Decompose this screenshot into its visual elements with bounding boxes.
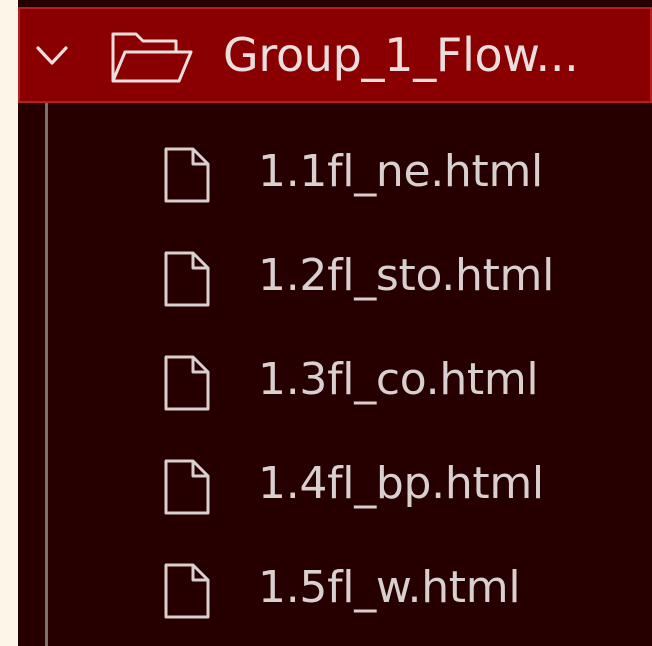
file-row[interactable]: 1.3fl_co.html [18,328,652,432]
file-label: 1.5fl_w.html [258,562,521,613]
file-icon [164,147,210,203]
explorer-tree-panel: Group_1_Flow... 1.1fl_ne.html 1.2fl_sto.… [18,0,652,646]
file-label: 1.4fl_bp.html [258,458,544,509]
file-icon [164,563,210,619]
file-row[interactable]: 1.1fl_ne.html [18,120,652,224]
file-label: 1.2fl_sto.html [258,250,555,301]
file-row[interactable]: 1.4fl_bp.html [18,432,652,536]
file-row[interactable]: 1.2fl_sto.html [18,224,652,328]
folder-open-icon [111,32,193,83]
folder-label: Group_1_Flow... [223,28,579,82]
file-icon [164,251,210,307]
panel-top-edge [18,0,652,7]
file-icon [164,459,210,515]
file-label: 1.3fl_co.html [258,354,539,405]
file-icon [164,355,210,411]
folder-row-group-1[interactable]: Group_1_Flow... [18,7,652,103]
file-row[interactable]: 1.5fl_w.html [18,536,652,640]
file-label: 1.1fl_ne.html [258,146,543,197]
chevron-down-icon[interactable] [32,36,72,76]
